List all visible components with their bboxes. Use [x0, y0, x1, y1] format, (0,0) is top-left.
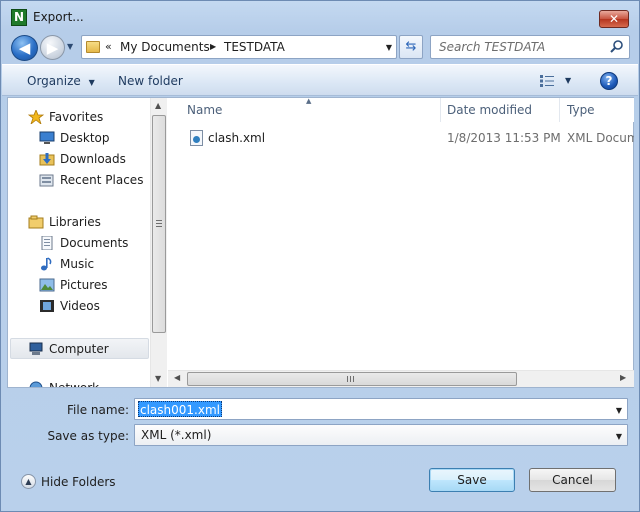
breadcrumb-separator-icon[interactable]: ▶ [210, 42, 216, 51]
network-icon [29, 381, 43, 387]
window-title: Export... [33, 10, 84, 24]
view-options-dropdown-icon[interactable]: ▼ [565, 76, 571, 85]
address-dropdown-icon[interactable]: ▼ [386, 43, 392, 52]
sidebar-item-label: Desktop [60, 131, 110, 145]
videos-icon [40, 300, 54, 312]
recent-locations-dropdown-icon[interactable]: ▼ [67, 42, 77, 52]
xml-file-icon [190, 130, 203, 146]
file-date-modified: 1/8/2013 11:53 PM [447, 131, 561, 145]
sidebar-item-label: Downloads [60, 152, 126, 166]
star-icon [28, 110, 44, 124]
sidebar-item-label: Network [49, 378, 99, 387]
save-as-type-value: XML (*.xml) [141, 428, 212, 442]
chevron-down-icon: ▼ [88, 78, 95, 87]
column-header-type[interactable]: Type [567, 103, 595, 117]
breadcrumb-my-documents[interactable]: My Documents [120, 40, 210, 54]
file-name-value[interactable]: clash001.xml [138, 401, 222, 417]
forward-arrow-icon: ▶ [46, 39, 59, 57]
documents-icon [41, 236, 53, 250]
address-bar[interactable]: « My Documents ▶ TESTDATA ▼ [81, 35, 397, 59]
sidebar-item-label: Pictures [60, 278, 108, 292]
file-name: clash.xml [208, 131, 266, 145]
search-placeholder: Search TESTDATA [439, 40, 546, 54]
file-name-dropdown-icon[interactable]: ▼ [616, 406, 622, 415]
organize-button[interactable]: Organize ▼ [27, 74, 95, 88]
scroll-right-icon[interactable]: ▶ [620, 373, 626, 382]
cancel-button[interactable]: Cancel [529, 468, 616, 492]
sidebar-item-label: Computer [49, 342, 109, 356]
collapse-up-icon[interactable]: ▲ [21, 474, 36, 489]
scroll-up-icon[interactable]: ▲ [155, 101, 161, 110]
file-name-field[interactable]: clash001.xml ▼ [134, 398, 628, 420]
file-list-horizontal-scrollbar[interactable]: ◀ ▶ [168, 370, 634, 387]
sort-ascending-icon: ▲ [306, 98, 312, 105]
scroll-left-icon[interactable]: ◀ [174, 373, 180, 382]
sidebar-item-label: Libraries [49, 215, 101, 229]
computer-icon [29, 342, 43, 355]
scrollbar-thumb[interactable] [187, 372, 517, 386]
address-overflow[interactable]: « [105, 40, 112, 53]
command-bar: Organize ▼ New folder ▼ ? [2, 64, 638, 96]
desktop-icon [39, 131, 55, 144]
libraries-icon [28, 215, 44, 229]
search-input[interactable]: Search TESTDATA [430, 35, 630, 59]
navigation-pane: Favorites Desktop Downloads Recent Place… [8, 98, 157, 387]
scrollbar-thumb[interactable] [152, 115, 166, 333]
folder-icon [86, 41, 100, 53]
file-row[interactable]: clash.xml 1/8/2013 11:53 PM XML Docum [168, 128, 634, 150]
pictures-icon [39, 278, 55, 292]
organize-label: Organize [27, 74, 81, 88]
file-name-label: File name: [67, 403, 129, 417]
column-header-row: ▲ Name Date modified Type [168, 98, 634, 122]
sidebar-item-label: Documents [60, 236, 129, 250]
sidebar-item-label: Recent Places [60, 173, 144, 187]
sidebar-item-label: Favorites [49, 110, 104, 124]
navisworks-app-icon: N [11, 9, 27, 26]
change-view-icon[interactable] [539, 74, 555, 88]
close-button[interactable]: ✕ [599, 10, 629, 28]
column-header-name[interactable]: Name [187, 103, 222, 117]
refresh-button[interactable]: ⇆ [399, 35, 423, 59]
back-arrow-icon: ◀ [18, 39, 31, 57]
sidebar-item-label: Music [60, 257, 95, 271]
scroll-down-icon[interactable]: ▼ [155, 374, 161, 383]
back-button[interactable]: ◀ [11, 35, 38, 61]
hide-folders-button[interactable]: Hide Folders [41, 475, 116, 489]
forward-button[interactable]: ▶ [40, 35, 65, 60]
refresh-icon: ⇆ [405, 39, 417, 54]
save-button[interactable]: Save [429, 468, 515, 492]
file-type: XML Docum [567, 131, 634, 145]
sidebar-item-label: Videos [60, 299, 100, 313]
help-icon[interactable]: ? [600, 72, 618, 90]
music-icon [41, 257, 52, 271]
save-as-type-select[interactable]: XML (*.xml) ▼ [134, 424, 628, 446]
save-as-type-label: Save as type: [47, 429, 129, 443]
export-dialog: N Export... ✕ ◀ ▶ ▼ « My Documents ▶ TES… [0, 0, 640, 512]
downloads-icon [39, 153, 55, 166]
chevron-down-icon[interactable]: ▼ [616, 432, 622, 441]
search-icon[interactable] [609, 39, 625, 55]
navigation-pane-scrollbar[interactable]: ▲ ▼ [150, 98, 167, 387]
column-header-date-modified[interactable]: Date modified [447, 103, 532, 117]
recent-places-icon [39, 174, 54, 187]
new-folder-button[interactable]: New folder [118, 74, 183, 88]
file-list: ▲ Name Date modified Type clash.xml 1/8/… [168, 98, 634, 387]
breadcrumb-testdata[interactable]: TESTDATA [224, 40, 285, 54]
content-area: Favorites Desktop Downloads Recent Place… [7, 97, 634, 388]
title-bar: N Export... ✕ [1, 1, 639, 33]
